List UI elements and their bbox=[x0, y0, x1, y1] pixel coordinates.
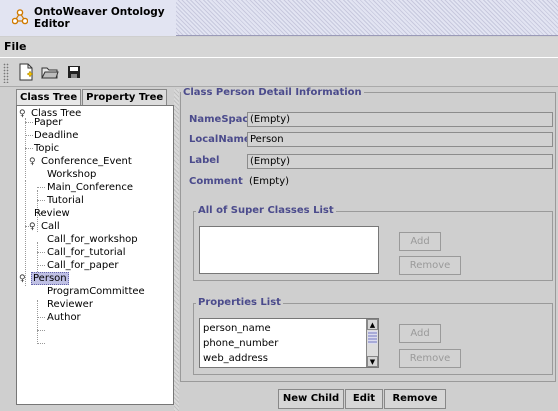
tree-node-reviewer[interactable]: Reviewer bbox=[47, 298, 93, 311]
tree-node-label: Paper bbox=[34, 117, 63, 128]
namespace-field[interactable]: (Empty) bbox=[247, 112, 553, 127]
tree-node-label: Call_for_tutorial bbox=[47, 247, 126, 258]
tree-node-label: Main_Conference bbox=[47, 182, 134, 193]
left-pane: Class Tree Property Tree ♀ Class Tree Pap… bbox=[16, 89, 174, 409]
tree-node-person[interactable]: ♀ Person bbox=[19, 272, 69, 285]
tree-node-label: Deadline bbox=[34, 130, 79, 141]
expand-toggle-icon[interactable]: ♀ bbox=[19, 108, 31, 121]
comment-label: Comment bbox=[189, 176, 243, 187]
tree-node-deadline[interactable]: Deadline bbox=[34, 129, 78, 142]
save-disk-icon[interactable] bbox=[62, 60, 86, 84]
expand-toggle-icon[interactable]: ♀ bbox=[29, 221, 41, 234]
app-logo-icon bbox=[11, 8, 29, 28]
properties-list[interactable]: person_name phone_number web_address ▲ ▼ bbox=[199, 318, 379, 368]
tree-node-main-conference[interactable]: Main_Conference bbox=[47, 181, 133, 194]
tab-property-tree[interactable]: Property Tree bbox=[82, 89, 168, 105]
list-item[interactable]: phone_number bbox=[203, 337, 278, 350]
label-label: Label bbox=[189, 155, 220, 166]
open-folder-icon[interactable] bbox=[38, 60, 62, 84]
class-detail-panel: Class Person Detail Information NameSpac… bbox=[180, 87, 556, 382]
left-tabs: Class Tree Property Tree bbox=[16, 89, 174, 105]
localname-label: LocalName bbox=[189, 134, 251, 145]
tree-node-conference-event[interactable]: ♀ Conference_Event bbox=[29, 155, 132, 168]
tree-node-label: Conference_Event bbox=[41, 156, 132, 167]
window-title: OntoWeaver Ontology Editor bbox=[34, 6, 165, 30]
toolbar-grip[interactable] bbox=[3, 63, 9, 83]
remove-super-class-button[interactable]: Remove bbox=[399, 256, 461, 275]
tree-node-label: Tutorial bbox=[47, 195, 84, 206]
edit-button[interactable]: Edit bbox=[345, 389, 383, 409]
tree-node-label: Reviewer bbox=[47, 299, 93, 310]
scroll-down-icon[interactable]: ▼ bbox=[367, 356, 378, 367]
tree-node-workshop[interactable]: Workshop bbox=[47, 168, 96, 181]
title-bar: OntoWeaver Ontology Editor bbox=[0, 0, 558, 36]
split-pane-divider[interactable] bbox=[174, 89, 179, 411]
toolbar bbox=[0, 57, 558, 87]
tree-node-label: Call_for_workshop bbox=[47, 234, 138, 245]
scroll-up-icon[interactable]: ▲ bbox=[367, 319, 378, 330]
tree-node-call-for-tutorial[interactable]: Call_for_tutorial bbox=[47, 246, 126, 259]
tree-node-review[interactable]: Review bbox=[34, 207, 70, 220]
tree-node-call-for-paper[interactable]: Call_for_paper bbox=[47, 259, 119, 272]
tab-class-tree[interactable]: Class Tree bbox=[16, 89, 82, 105]
new-child-button[interactable]: New Child bbox=[278, 389, 344, 409]
remove-property-button[interactable]: Remove bbox=[399, 349, 461, 368]
list-item[interactable]: web_address bbox=[203, 352, 268, 365]
tree-node-label: Review bbox=[34, 208, 70, 219]
tree-node-call[interactable]: ♀ Call bbox=[29, 220, 60, 233]
tree-node-paper[interactable]: Paper bbox=[34, 116, 62, 129]
tree-node-label: Topic bbox=[34, 143, 60, 154]
tree-node-topic[interactable]: Topic bbox=[34, 142, 59, 155]
new-file-icon[interactable] bbox=[14, 60, 38, 84]
label-field[interactable]: (Empty) bbox=[247, 154, 553, 169]
tree-node-call-for-workshop[interactable]: Call_for_workshop bbox=[47, 233, 138, 246]
properties-group: Properties List person_name phone_number… bbox=[193, 297, 553, 375]
remove-button[interactable]: Remove bbox=[384, 389, 446, 409]
expand-toggle-icon[interactable]: ♀ bbox=[29, 156, 41, 169]
menu-file[interactable]: File bbox=[4, 40, 27, 53]
tree-node-label: Workshop bbox=[47, 169, 97, 180]
tree-node-label: Call_for_paper bbox=[47, 260, 119, 271]
super-classes-title: All of Super Classes List bbox=[196, 205, 336, 217]
menu-bar: File bbox=[0, 37, 558, 57]
comment-field[interactable]: (Empty) bbox=[249, 175, 289, 188]
tree-node-label: ProgramCommittee bbox=[47, 286, 145, 297]
super-classes-group: All of Super Classes List Add Remove bbox=[193, 205, 553, 281]
tree-node-label: Call bbox=[41, 221, 60, 232]
tree-node-label: Person bbox=[31, 272, 69, 285]
localname-field[interactable]: Person bbox=[247, 132, 553, 147]
tree-node-tutorial[interactable]: Tutorial bbox=[47, 194, 84, 207]
title-area: OntoWeaver Ontology Editor bbox=[0, 0, 176, 36]
tree-node-program-committee[interactable]: ProgramCommittee bbox=[47, 285, 145, 298]
super-classes-list[interactable] bbox=[199, 226, 379, 274]
list-item[interactable]: person_name bbox=[203, 322, 271, 335]
tree-node-author[interactable]: Author bbox=[47, 311, 81, 324]
bottom-button-bar: New Child Edit Remove bbox=[278, 389, 447, 409]
tree-node-label: Author bbox=[47, 312, 81, 323]
namespace-label: NameSpace bbox=[189, 114, 256, 125]
detail-group-title: Class Person Detail Information bbox=[181, 87, 364, 99]
class-tree[interactable]: ♀ Class Tree Paper Deadline Topic ♀ Confer… bbox=[16, 105, 174, 405]
expand-toggle-icon[interactable]: ♀ bbox=[19, 273, 31, 286]
properties-title: Properties List bbox=[196, 297, 283, 309]
add-super-class-button[interactable]: Add bbox=[399, 232, 441, 251]
add-property-button[interactable]: Add bbox=[399, 324, 441, 343]
scroll-thumb[interactable] bbox=[368, 331, 377, 344]
properties-scrollbar[interactable]: ▲ ▼ bbox=[366, 319, 378, 367]
